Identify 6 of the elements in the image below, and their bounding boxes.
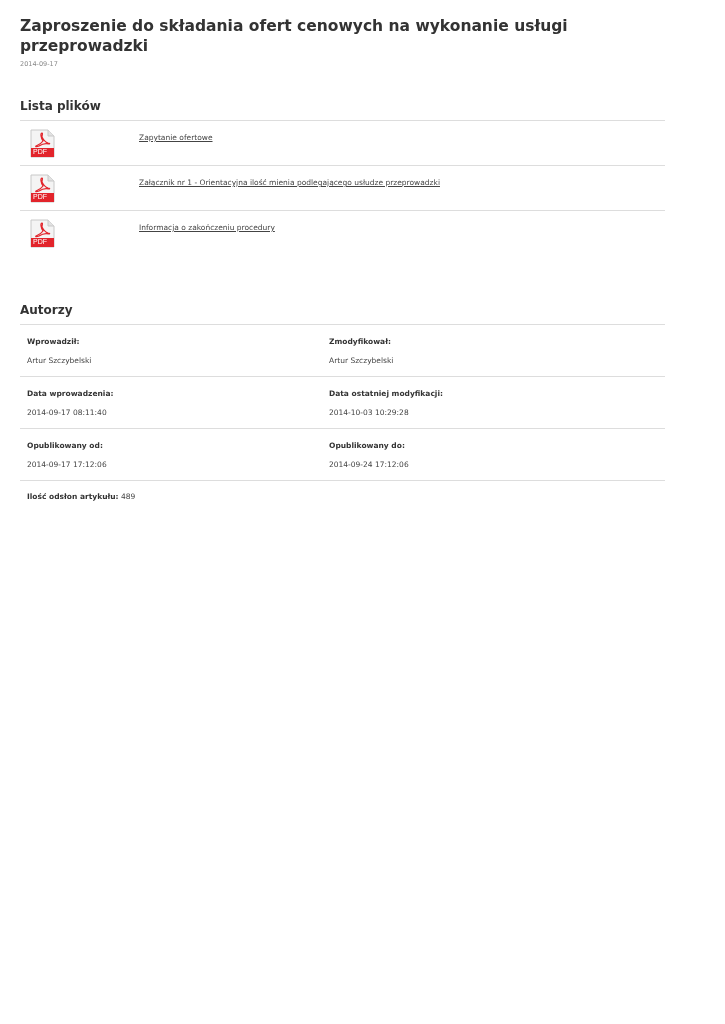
page-title: Zaproszenie do składania ofert cenowych na wykonanie usługi przeprowadzki (20, 16, 569, 56)
section-heading: Autorzy (20, 302, 74, 318)
document-icon (30, 219, 55, 248)
document-icon (30, 174, 55, 203)
section-heading: Lista plików (20, 98, 102, 114)
document-icon (30, 129, 55, 158)
